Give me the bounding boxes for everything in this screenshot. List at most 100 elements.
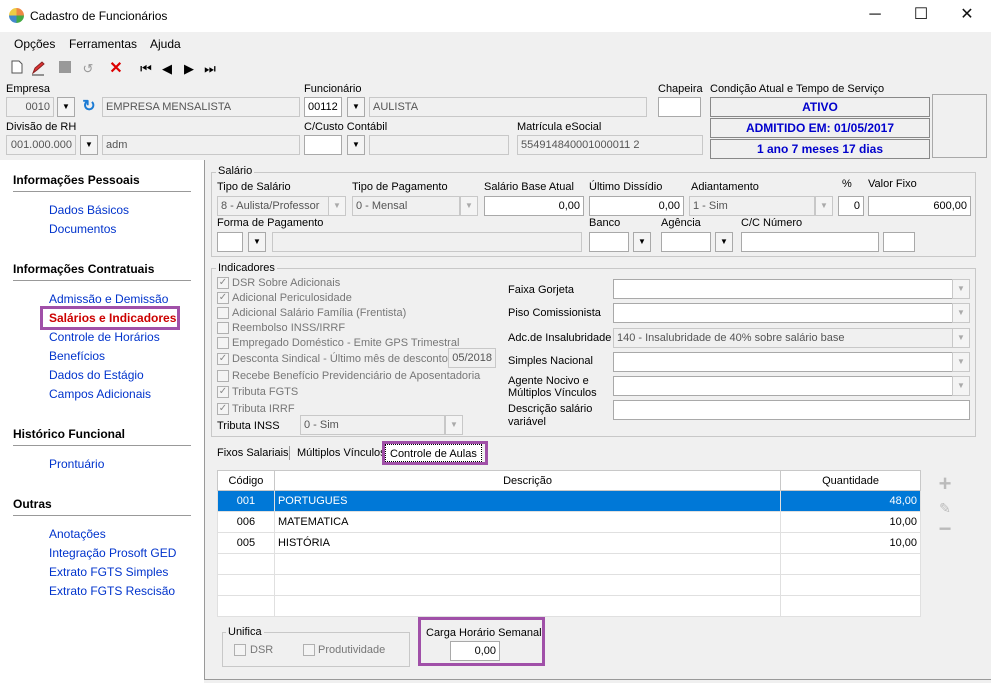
tributa-irrf-checkbox[interactable]: ✓ xyxy=(217,403,229,415)
previous-record-icon[interactable]: ◀ xyxy=(158,60,176,78)
remove-row-icon[interactable]: − xyxy=(935,518,955,540)
dsr-checkbox[interactable] xyxy=(234,644,246,656)
aposentadoria-checkbox[interactable] xyxy=(217,370,229,382)
salario-base-field[interactable]: 0,00 xyxy=(484,196,584,216)
tab-fixos-salariais[interactable]: Fixos Salariais xyxy=(213,444,293,462)
divisao-name-field[interactable]: adm xyxy=(102,135,300,155)
minimize-button[interactable]: ─ xyxy=(852,0,898,32)
menu-opcoes[interactable]: Opções xyxy=(14,37,55,51)
funcionario-dropdown-icon[interactable]: ▼ xyxy=(347,97,365,117)
forma-pagamento-name[interactable] xyxy=(272,232,582,252)
edit-row-icon[interactable]: ✎ xyxy=(935,498,955,518)
sindical-checkbox[interactable]: ✓ xyxy=(217,353,229,365)
tributa-inss-dropdown-icon[interactable]: ▼ xyxy=(445,415,463,435)
nav-campos-adicionais[interactable]: Campos Adicionais xyxy=(49,387,151,401)
empresa-dropdown-icon[interactable]: ▼ xyxy=(57,97,75,117)
banco-dropdown-icon[interactable]: ▼ xyxy=(633,232,651,252)
close-window-button[interactable]: ✕ xyxy=(944,0,990,32)
table-row[interactable]: 001 PORTUGUES 48,00 xyxy=(217,490,921,512)
empresa-name-field[interactable]: EMPRESA MENSALISTA xyxy=(102,97,300,117)
refresh-icon[interactable]: ↻ xyxy=(79,97,99,117)
faixa-gorjeta-dropdown-icon[interactable]: ▼ xyxy=(952,279,970,299)
cc-digito-field[interactable] xyxy=(883,232,915,252)
banco-field[interactable] xyxy=(589,232,629,252)
agente-dropdown-icon[interactable]: ▼ xyxy=(952,376,970,396)
custo-name-field[interactable] xyxy=(369,135,509,155)
nav-dados-basicos[interactable]: Dados Básicos xyxy=(49,203,129,217)
table-row[interactable]: 005 HISTÓRIA 10,00 xyxy=(217,532,921,554)
salario-familia-checkbox[interactable] xyxy=(217,307,229,319)
column-header-codigo[interactable]: Código xyxy=(217,470,275,491)
agencia-field[interactable] xyxy=(661,232,711,252)
nav-integracao-ged[interactable]: Integração Prosoft GED xyxy=(49,546,176,560)
table-row-empty[interactable] xyxy=(217,595,921,617)
new-document-icon[interactable] xyxy=(8,60,26,78)
simples-dropdown-icon[interactable]: ▼ xyxy=(952,352,970,372)
forma-pagamento-code[interactable] xyxy=(217,232,243,252)
produtividade-checkbox[interactable] xyxy=(303,644,315,656)
undo-icon[interactable]: ↺ xyxy=(79,60,97,78)
adiantamento-select[interactable]: 1 - Sim xyxy=(689,196,815,216)
insalubridade-select[interactable]: 140 - Insalubridade de 40% sobre salário… xyxy=(613,328,953,348)
edit-pencil-icon[interactable] xyxy=(29,60,47,78)
nav-controle-horarios[interactable]: Controle de Horários xyxy=(49,330,160,344)
nav-extrato-fgts-simples[interactable]: Extrato FGTS Simples xyxy=(49,565,168,579)
dsr-adicionais-checkbox[interactable]: ✓ xyxy=(217,277,229,289)
tipo-salario-select[interactable]: 8 - Aulista/Professor xyxy=(217,196,329,216)
reembolso-checkbox[interactable] xyxy=(217,322,229,334)
tipo-pagamento-select[interactable]: 0 - Mensal xyxy=(352,196,460,216)
custo-code-field[interactable] xyxy=(304,135,342,155)
table-row-empty[interactable] xyxy=(217,553,921,575)
percent-field[interactable]: 0 xyxy=(838,196,864,216)
piso-select[interactable] xyxy=(613,303,953,323)
chapeira-field[interactable] xyxy=(658,97,701,117)
agente-select[interactable] xyxy=(613,376,953,396)
faixa-gorjeta-select[interactable] xyxy=(613,279,953,299)
photo-box[interactable] xyxy=(932,94,987,158)
cc-numero-field[interactable] xyxy=(741,232,879,252)
matricula-field[interactable]: 554914840001000011 2 xyxy=(517,135,703,155)
nav-admissao-demissao[interactable]: Admissão e Demissão xyxy=(49,292,168,306)
add-row-icon[interactable]: + xyxy=(935,473,955,495)
first-record-icon[interactable]: ⏮ xyxy=(137,60,155,78)
menu-ferramentas[interactable]: Ferramentas xyxy=(69,37,137,51)
nav-extrato-fgts-rescisao[interactable]: Extrato FGTS Rescisão xyxy=(49,584,175,598)
ultimo-dissidio-field[interactable]: 0,00 xyxy=(589,196,684,216)
column-header-descricao[interactable]: Descrição xyxy=(273,470,782,491)
nav-anotacoes[interactable]: Anotações xyxy=(49,527,106,541)
agencia-dropdown-icon[interactable]: ▼ xyxy=(715,232,733,252)
sindical-date-field[interactable]: 05/2018 xyxy=(448,348,496,368)
menu-ajuda[interactable]: Ajuda xyxy=(150,37,181,51)
empresa-code-field[interactable]: 0010 xyxy=(6,97,54,117)
tipo-pagamento-dropdown-icon[interactable]: ▼ xyxy=(460,196,478,216)
funcionario-code-field[interactable]: 00112 xyxy=(304,97,342,117)
maximize-button[interactable]: ☐ xyxy=(898,0,944,32)
insalubridade-dropdown-icon[interactable]: ▼ xyxy=(952,328,970,348)
custo-dropdown-icon[interactable]: ▼ xyxy=(347,135,365,155)
next-record-icon[interactable]: ▶ xyxy=(180,60,198,78)
nav-beneficios[interactable]: Benefícios xyxy=(49,349,105,363)
table-row[interactable]: 006 MATEMATICA 10,00 xyxy=(217,511,921,533)
descricao-field[interactable] xyxy=(613,400,970,420)
adiantamento-dropdown-icon[interactable]: ▼ xyxy=(815,196,833,216)
nav-documentos[interactable]: Documentos xyxy=(49,222,116,236)
forma-pagamento-dropdown-icon[interactable]: ▼ xyxy=(248,232,266,252)
nav-prontuario[interactable]: Prontuário xyxy=(49,457,104,471)
divisao-dropdown-icon[interactable]: ▼ xyxy=(80,135,98,155)
nav-dados-estagio[interactable]: Dados do Estágio xyxy=(49,368,144,382)
periculosidade-checkbox[interactable]: ✓ xyxy=(217,292,229,304)
delete-icon[interactable]: ✕ xyxy=(107,60,125,78)
divisao-code-field[interactable]: 001.000.000 xyxy=(6,135,76,155)
save-icon[interactable] xyxy=(56,60,74,78)
tab-multiplos-vinculos[interactable]: Múltiplos Vínculos xyxy=(293,444,390,462)
last-record-icon[interactable]: ⏭ xyxy=(201,60,219,78)
simples-select[interactable] xyxy=(613,352,953,372)
valor-fixo-field[interactable]: 600,00 xyxy=(868,196,971,216)
piso-dropdown-icon[interactable]: ▼ xyxy=(952,303,970,323)
tributa-fgts-checkbox[interactable]: ✓ xyxy=(217,386,229,398)
table-row-empty[interactable] xyxy=(217,574,921,596)
domestico-checkbox[interactable] xyxy=(217,337,229,349)
funcionario-name-field[interactable]: AULISTA xyxy=(369,97,647,117)
column-header-quantidade[interactable]: Quantidade xyxy=(780,470,921,491)
tipo-salario-dropdown-icon[interactable]: ▼ xyxy=(328,196,346,216)
